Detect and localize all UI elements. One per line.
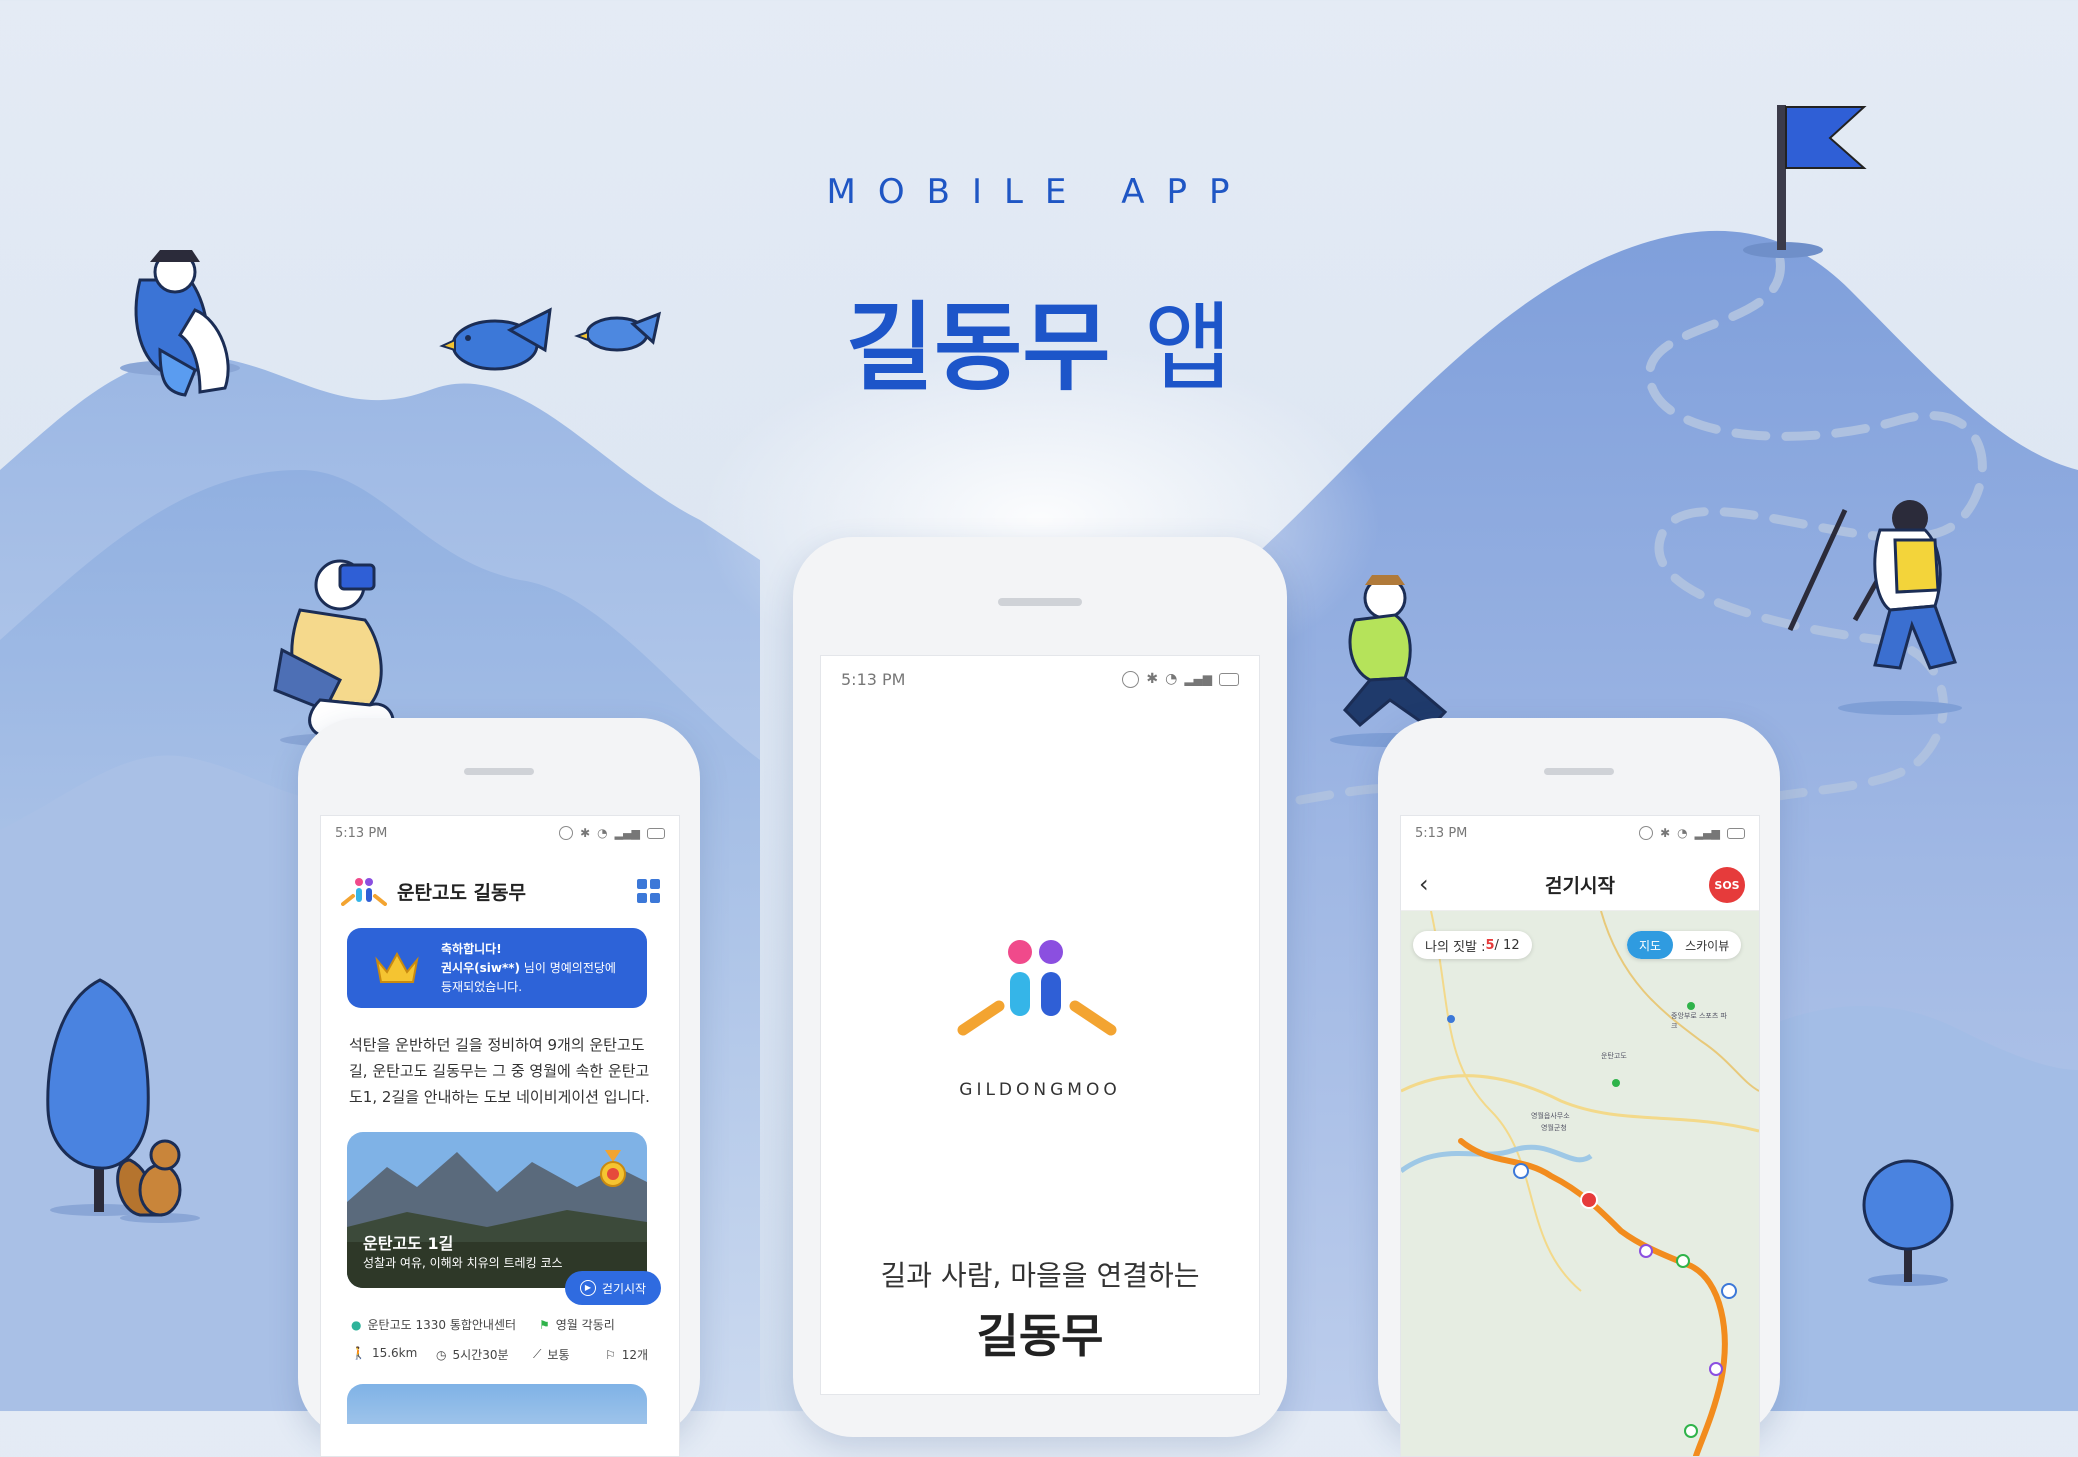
center-phone-screen: 5:13 PM ✱ ◔ ▂▄▆ GILDONGMOO 길과 사람, 마을을 연결…	[820, 655, 1260, 1395]
course-card[interactable]: 운탄고도 1길 성찰과 여유, 이해와 치유의 트레킹 코스	[347, 1132, 647, 1288]
bluetooth-icon: ✱	[580, 826, 591, 840]
app-title: 운탄고도 길동무	[397, 881, 526, 904]
wifi-icon: ◔	[597, 826, 608, 840]
alarm-icon	[1122, 670, 1140, 688]
header-kicker: MOBILE APP	[826, 172, 1252, 212]
map-view-toggle: 지도 스카이뷰	[1627, 931, 1742, 959]
course-flags: ⚐ 12개	[605, 1347, 649, 1363]
map-label: 영월군청	[1541, 1124, 1567, 1132]
alarm-icon	[559, 826, 574, 840]
left-phone: 5:13 PM ✱ ◔ ▂▄▆ 운탄고도 길동무 축하합니다! 권시우(siw*…	[298, 718, 700, 1457]
logo-wordmark: GILDONGMOO	[959, 1080, 1121, 1100]
banner-line2: 님이 명예의전당에	[519, 961, 616, 975]
course-duration: ◷ 5시간30분	[436, 1347, 509, 1363]
page-title-bold: 길동무	[845, 292, 1111, 404]
map-mode-button[interactable]: 지도	[1627, 931, 1674, 959]
battery-icon	[1727, 827, 1745, 839]
course-difficulty: ⟋ 보통	[533, 1347, 570, 1362]
play-icon: ▶	[579, 1280, 596, 1296]
battery-icon	[1219, 672, 1239, 686]
course-end-point: ⚑ 영월 각동리	[539, 1317, 615, 1333]
app-header: 운탄고도 길동무	[341, 874, 661, 908]
right-phone-screen: 5:13 PM ✱ ◔ ▂▄▆ ‹ 걷기시작 SOS 중앙부로 스포츠 파크 운…	[1400, 815, 1760, 1457]
status-time: 5:13 PM	[841, 669, 906, 689]
next-course-card[interactable]	[347, 1384, 647, 1424]
banner-line3: 등재되었습니다.	[441, 980, 523, 994]
hall-of-fame-banner[interactable]: 축하합니다! 권시우(siw**) 님이 명예의전당에 등재되었습니다.	[347, 928, 647, 1008]
center-phone: 5:13 PM ✱ ◔ ▂▄▆ GILDONGMOO 길과 사람, 마을을 연결…	[793, 537, 1287, 1437]
start-walking-button[interactable]: ▶ 걷기시작	[565, 1271, 661, 1305]
banner-user: 권시우(siw**)	[441, 961, 520, 975]
page-title-light: 앱	[1144, 292, 1233, 404]
course-start-point: ● 운탄고도 1330 통합안내센터	[351, 1317, 517, 1333]
tagline: 길과 사람, 마을을 연결하는	[880, 1259, 1200, 1292]
medal-icon	[600, 1150, 626, 1187]
walker-icon: 🚶	[351, 1346, 366, 1360]
map-label: 운탄고도	[1601, 1052, 1627, 1060]
course-distance: 🚶 15.6km	[351, 1346, 418, 1360]
status-time: 5:13 PM	[335, 825, 388, 841]
banner-line1: 축하합니다!	[441, 942, 502, 956]
status-bar: 5:13 PM ✱ ◔ ▂▄▆	[821, 656, 1259, 702]
phone-speaker	[998, 598, 1082, 606]
wifi-icon: ◔	[1677, 826, 1688, 840]
nav-header: ‹ 걷기시작 SOS	[1401, 858, 1759, 911]
slope-icon: ⟋	[533, 1347, 542, 1361]
battery-icon	[647, 827, 665, 839]
course-name: 운탄고도 1길	[363, 1234, 454, 1253]
page-title: 길동무 앱	[0, 270, 2078, 409]
location-pin-icon: ●	[351, 1317, 362, 1332]
app-logo-icon	[341, 878, 387, 906]
left-phone-screen: 5:13 PM ✱ ◔ ▂▄▆ 운탄고도 길동무 축하합니다! 권시우(siw*…	[320, 815, 680, 1457]
grid-menu-button[interactable]	[637, 879, 661, 903]
clock-icon: ◷	[436, 1347, 447, 1362]
status-bar: 5:13 PM ✱ ◔ ▂▄▆	[321, 816, 679, 850]
flag-icon: ⚐	[605, 1347, 616, 1362]
phone-speaker	[464, 768, 534, 775]
map-label: 중앙부로 스포츠 파크	[1671, 1012, 1727, 1030]
right-phone: 5:13 PM ✱ ◔ ▂▄▆ ‹ 걷기시작 SOS 중앙부로 스포츠 파크 운…	[1378, 718, 1780, 1457]
gildongmoo-logo-icon	[957, 940, 1117, 1036]
bluetooth-icon: ✱	[1146, 671, 1159, 687]
grid-icon	[637, 879, 647, 889]
crown-icon	[375, 952, 419, 983]
finish-flag-icon: ⚑	[539, 1317, 550, 1332]
start-walking-label: 걷기시작	[601, 1281, 647, 1296]
bluetooth-icon: ✱	[1660, 826, 1671, 840]
signal-icon: ▂▄▆	[1184, 672, 1212, 686]
phone-speaker	[1544, 768, 1614, 775]
chevron-left-icon: ‹	[1419, 870, 1429, 898]
course-desc: 성찰과 여유, 이해와 치유의 트레킹 코스	[363, 1256, 563, 1270]
status-bar: 5:13 PM ✱ ◔ ▂▄▆	[1401, 816, 1759, 850]
status-time: 5:13 PM	[1415, 825, 1468, 841]
map-label: 영월읍사무소	[1531, 1112, 1570, 1120]
back-button[interactable]: ‹	[1419, 870, 1429, 898]
intro-text: 석탄을 운반하던 길을 정비하여 9개의 운탄고도 길, 운탄고도 길동무는 그…	[349, 1036, 650, 1106]
sos-button[interactable]: SOS	[1709, 867, 1745, 903]
wifi-icon: ◔	[1165, 671, 1178, 687]
map-view[interactable]: 중앙부로 스포츠 파크 운탄고도 영월읍사무소 영월군청 나의 짓발 : 5 /…	[1401, 911, 1759, 1456]
signal-icon: ▂▄▆	[1694, 826, 1720, 840]
footprints-counter: 나의 짓발 : 5 / 12	[1413, 931, 1532, 959]
alarm-icon	[1639, 826, 1654, 840]
screen-title: 걷기시작	[1545, 874, 1615, 897]
signal-icon: ▂▄▆	[614, 826, 640, 840]
sos-label: SOS	[1714, 878, 1740, 892]
skyview-mode-button[interactable]: 스카이뷰	[1673, 931, 1741, 959]
route-map	[1401, 911, 1759, 1456]
app-name: 길동무	[976, 1309, 1104, 1363]
